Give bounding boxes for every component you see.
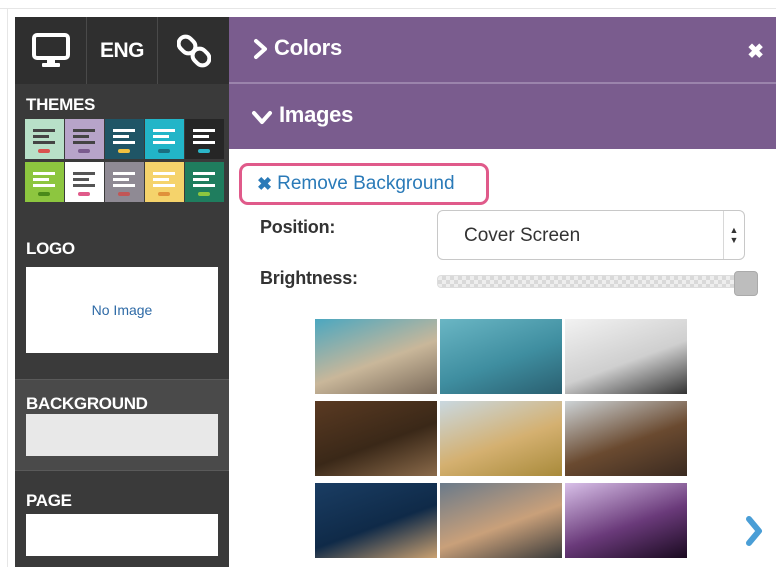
settings-panel: Colors ✖ Images ✖ Remove Background Posi… — [229, 17, 776, 567]
theme-swatch-accent — [158, 192, 170, 196]
theme-swatch[interactable] — [145, 162, 184, 202]
background-section[interactable]: BACKGROUND — [15, 379, 229, 471]
background-thumbnail-brown-bear[interactable] — [565, 401, 687, 476]
theme-swatch-line — [153, 172, 175, 175]
remove-background-button[interactable]: ✖ Remove Background — [239, 163, 489, 205]
theme-swatch-accent — [38, 149, 50, 153]
position-select-value: Cover Screen — [464, 225, 581, 246]
theme-swatch-line — [33, 135, 49, 138]
theme-swatch-line — [153, 178, 169, 181]
theme-swatch[interactable] — [25, 119, 64, 159]
theme-swatch-line — [73, 129, 95, 132]
link-icon — [176, 34, 211, 67]
page-preview[interactable] — [26, 514, 218, 556]
theme-swatch-line — [113, 178, 129, 181]
theme-swatch-line — [113, 141, 135, 144]
theme-swatch-accent — [78, 192, 90, 196]
colors-accordion-header[interactable]: Colors ✖ — [229, 17, 776, 84]
background-thumbnail-ocean-pier[interactable] — [315, 483, 437, 558]
brightness-slider-track[interactable] — [437, 275, 743, 288]
theme-swatch-accent — [198, 149, 210, 153]
theme-swatch-accent — [198, 192, 210, 196]
theme-swatch[interactable] — [185, 119, 224, 159]
logo-upload-box[interactable]: No Image — [26, 267, 218, 353]
chevron-right-icon — [254, 39, 267, 59]
desktop-preview-button[interactable] — [15, 17, 87, 84]
language-button[interactable]: ENG — [87, 17, 158, 84]
theme-swatch[interactable] — [145, 119, 184, 159]
theme-swatch-line — [193, 129, 215, 132]
theme-swatch[interactable] — [105, 119, 144, 159]
left-divider — [7, 8, 8, 567]
theme-swatch-line — [153, 129, 175, 132]
chevron-right-icon[interactable] — [744, 515, 764, 547]
theme-swatch-accent — [118, 192, 130, 196]
background-label: BACKGROUND — [26, 394, 148, 413]
background-thumbnail-purple-bokeh[interactable] — [565, 483, 687, 558]
theme-swatch[interactable] — [25, 162, 64, 202]
theme-swatch-line — [73, 178, 89, 181]
theme-swatch-accent — [158, 149, 170, 153]
colors-title: Colors — [274, 35, 342, 60]
theme-swatch-accent — [118, 149, 130, 153]
chevron-down-icon — [252, 111, 272, 124]
theme-swatch-line — [73, 135, 89, 138]
remove-background-label: Remove Background — [277, 173, 455, 194]
select-arrow-icon: ▲ ▼ — [723, 211, 744, 259]
theme-swatch-line — [33, 141, 55, 144]
theme-sidebar: ENG THEMES LOGO No Image BACKGROUND PAGE — [15, 17, 229, 567]
theme-swatch[interactable] — [65, 119, 104, 159]
no-image-text: No Image — [91, 302, 153, 318]
theme-swatch-line — [73, 172, 95, 175]
theme-swatch-line — [193, 141, 215, 144]
background-thumbnail-field-tree[interactable] — [440, 401, 562, 476]
theme-swatch-line — [153, 135, 169, 138]
brightness-slider-handle[interactable] — [734, 271, 758, 296]
images-title: Images — [279, 102, 354, 127]
theme-swatch[interactable] — [65, 162, 104, 202]
position-label: Position: — [260, 217, 336, 237]
theme-swatch-line — [73, 184, 95, 187]
top-divider — [0, 8, 776, 9]
images-accordion-header[interactable]: Images — [229, 84, 776, 149]
theme-swatch-line — [113, 184, 135, 187]
remove-x-icon: ✖ — [257, 173, 273, 194]
background-thumbnail-table-flatlay[interactable] — [315, 401, 437, 476]
background-thumbnail-foggy-horizon[interactable] — [565, 319, 687, 394]
theme-swatch-line — [113, 135, 129, 138]
theme-swatch-line — [33, 172, 55, 175]
theme-swatch-line — [153, 184, 175, 187]
sidebar-toolbar: ENG — [15, 17, 229, 84]
theme-swatch-line — [153, 141, 175, 144]
theme-swatch-line — [73, 141, 95, 144]
theme-swatch-line — [33, 178, 49, 181]
theme-swatch-line — [33, 184, 55, 187]
themes-label: THEMES — [26, 95, 96, 114]
background-thumbnail-dusk-mountain[interactable] — [440, 483, 562, 558]
logo-label: LOGO — [26, 239, 75, 258]
theme-swatch-accent — [38, 192, 50, 196]
background-thumbnail-cable-cars[interactable] — [440, 319, 562, 394]
theme-swatch-line — [193, 135, 209, 138]
position-select[interactable]: Cover Screen ▲ ▼ — [437, 210, 745, 260]
page-label: PAGE — [26, 491, 72, 510]
theme-swatch-line — [33, 129, 55, 132]
close-icon[interactable]: ✖ — [747, 39, 764, 64]
theme-swatch-line — [193, 172, 215, 175]
background-preview[interactable] — [26, 414, 218, 456]
brightness-label: Brightness: — [260, 268, 358, 288]
background-thumbnail-beach-cliffs[interactable] — [315, 319, 437, 394]
share-link-button[interactable] — [158, 17, 229, 84]
theme-swatch-accent — [78, 149, 90, 153]
monitor-icon — [31, 32, 70, 67]
theme-swatch-line — [193, 184, 215, 187]
theme-swatch-line — [193, 178, 209, 181]
theme-swatch-line — [113, 172, 135, 175]
theme-swatch-line — [113, 129, 135, 132]
theme-swatch[interactable] — [105, 162, 144, 202]
theme-swatch[interactable] — [185, 162, 224, 202]
